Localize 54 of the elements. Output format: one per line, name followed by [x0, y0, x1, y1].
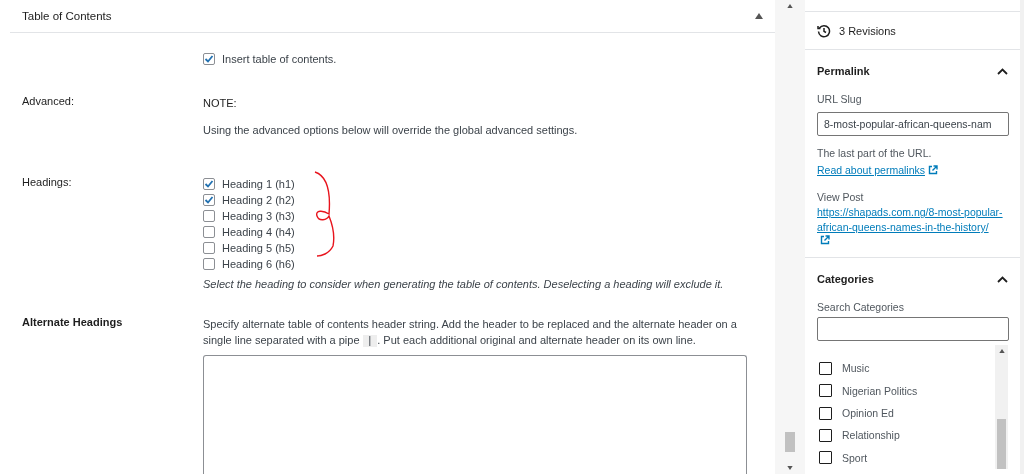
- description-text: Specify alternate table of contents header string. Add the header to be replaced and the alternate header on a single line separated with a pipe | . Put each additional original and alternate header on its own line.: [203, 317, 738, 349]
- scrollbar-thumb[interactable]: [997, 419, 1006, 469]
- panel-title: Table of Contents: [22, 10, 112, 22]
- revisions-link[interactable]: 3 Revisions: [839, 22, 896, 39]
- search-field[interactable]: [817, 317, 1009, 341]
- scroll-down-icon[interactable]: [787, 466, 793, 470]
- external-link-icon: [928, 165, 938, 175]
- category-label: Nigerian Politics: [842, 384, 918, 397]
- category-label: Music: [842, 362, 870, 375]
- category-label: Opinion Ed: [842, 407, 894, 419]
- checkbox-label: Insert table of contents.: [222, 52, 337, 67]
- checkbox[interactable]: [819, 451, 832, 465]
- note-text: Using the advanced options below will override the global advanced settings.: [203, 123, 579, 138]
- checkbox[interactable]: [203, 258, 215, 270]
- section-title: Permalink: [817, 65, 870, 77]
- field-label: URL Slug: [817, 92, 863, 107]
- checkbox-label: Heading 2 (h2): [222, 193, 295, 208]
- checkbox-label: Heading 4 (h4): [222, 225, 295, 240]
- field-label: Search Categories: [817, 300, 905, 315]
- history-icon: [817, 23, 831, 38]
- checkbox-label: Heading 5 (h5): [222, 241, 295, 256]
- checkbox[interactable]: [819, 406, 832, 420]
- slug-field[interactable]: 8-most-popular-african-queens-nam: [817, 112, 1009, 136]
- chevron-icon[interactable]: [997, 67, 1008, 75]
- field-label: Headings:: [22, 176, 73, 190]
- checkbox[interactable]: [203, 53, 215, 65]
- external-link-icon: [820, 235, 830, 245]
- checkbox[interactable]: [203, 210, 215, 222]
- category-label: Relationship: [842, 429, 900, 442]
- field-label: View Post: [817, 190, 865, 205]
- permalinks-link[interactable]: Read about permalinks: [817, 164, 925, 176]
- chevron-icon[interactable]: [997, 275, 1008, 283]
- checkbox[interactable]: [203, 242, 215, 254]
- note-title: NOTE:: [203, 96, 238, 111]
- post-link[interactable]: https://shapads.com.ng/8-most-popular-african-queens-names-in-the-history/: [817, 205, 1008, 235]
- hint-text: Select the heading to consider when generating the table of contents. Deselecting a heading will exclude it.: [203, 277, 725, 292]
- checkbox[interactable]: [819, 361, 832, 375]
- checkbox-label: Heading 3 (h3): [222, 209, 295, 224]
- field-label: Advanced:: [22, 95, 75, 109]
- checkbox[interactable]: [819, 384, 832, 398]
- scroll-up-icon[interactable]: [998, 349, 1005, 353]
- field-label: Alternate Headings: [22, 316, 124, 330]
- scroll-up-icon[interactable]: [787, 4, 793, 8]
- section-title: Categories: [817, 273, 874, 285]
- checkbox[interactable]: [203, 178, 215, 190]
- collapse-triangle-icon[interactable]: [755, 13, 763, 19]
- checkbox-label: Heading 6 (h6): [222, 257, 295, 272]
- checkbox[interactable]: [203, 226, 215, 238]
- checkbox[interactable]: [819, 428, 832, 442]
- help-text: The last part of the URL.: [817, 146, 933, 161]
- scrollbar-thumb[interactable]: [785, 432, 795, 452]
- checkbox-label: Heading 1 (h1): [222, 177, 295, 192]
- category-label: Sport: [842, 451, 868, 464]
- checkbox[interactable]: [203, 194, 215, 206]
